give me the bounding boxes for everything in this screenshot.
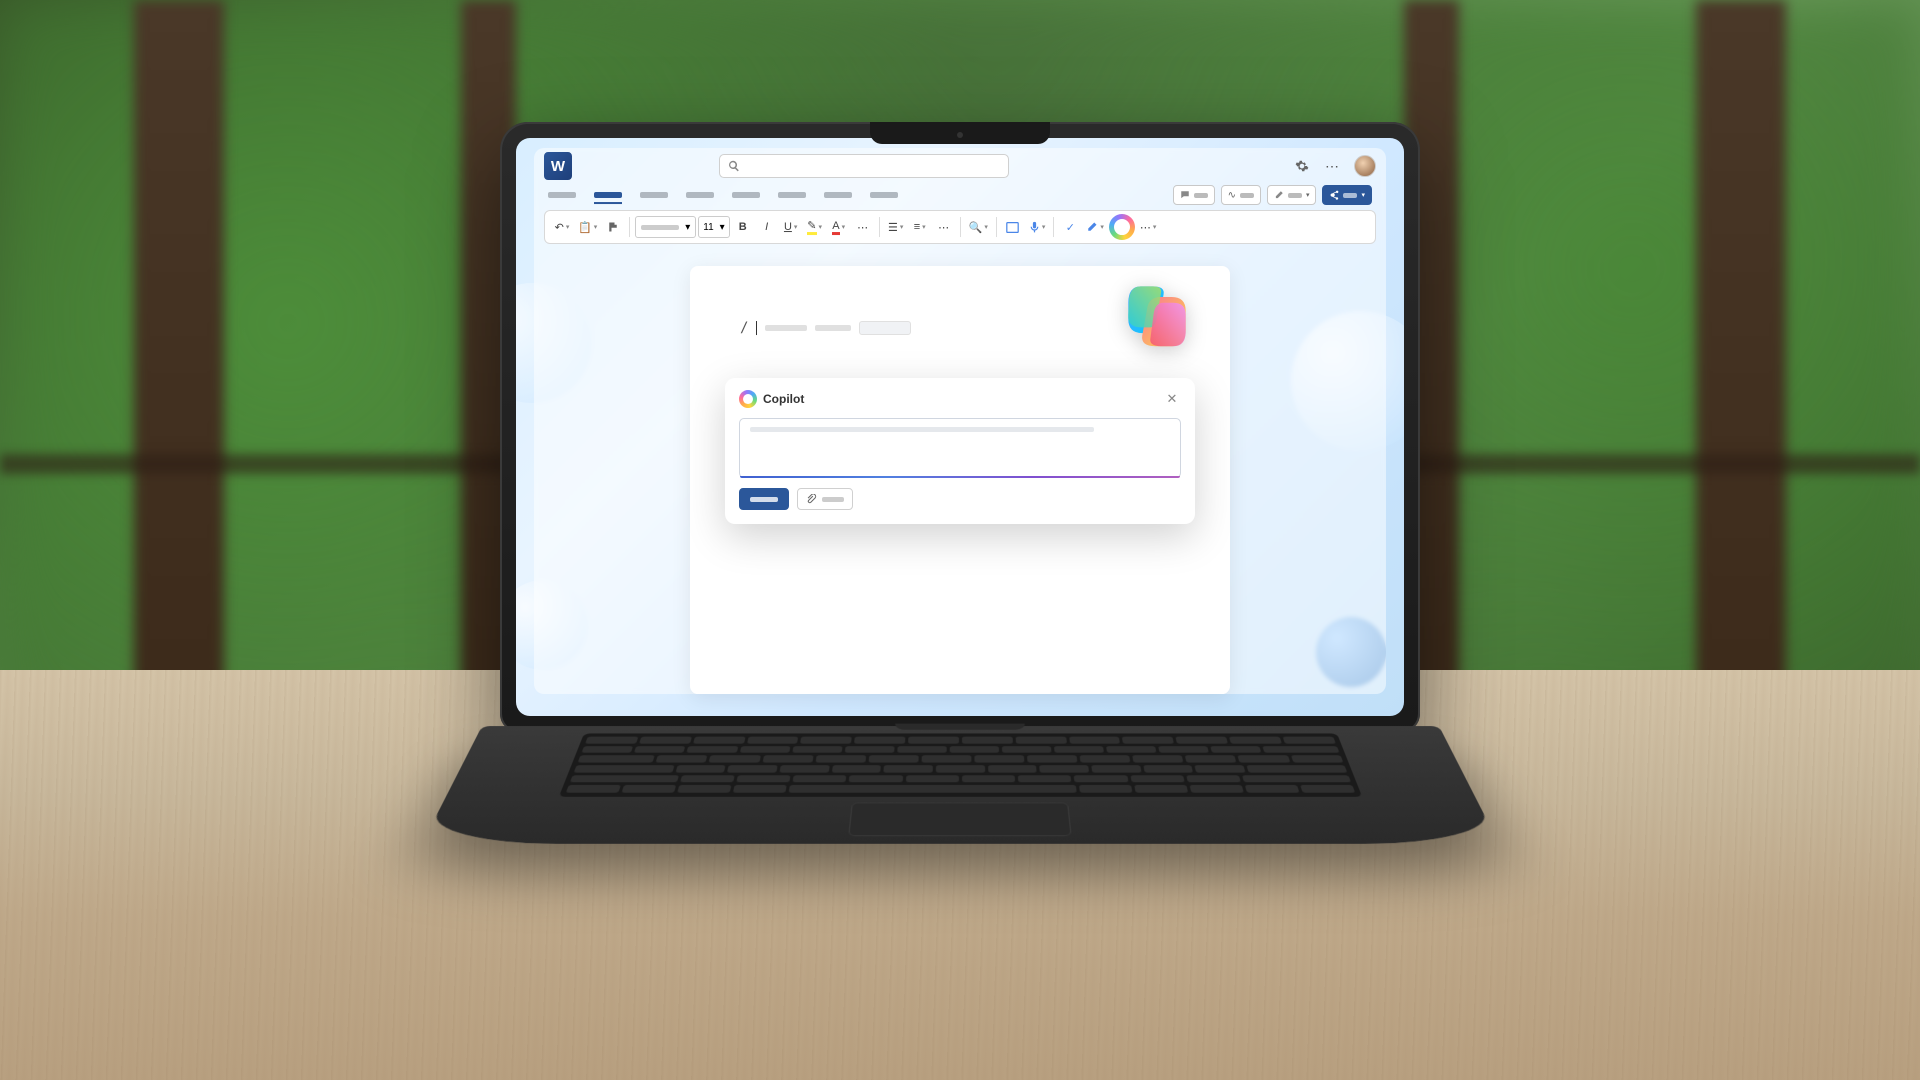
copilot-actions bbox=[739, 488, 1181, 510]
underline-button[interactable]: U▾ bbox=[780, 215, 802, 239]
separator bbox=[879, 217, 880, 237]
slash-command-line[interactable]: / bbox=[740, 320, 1180, 336]
bullets-button[interactable]: ☰▾ bbox=[885, 215, 907, 239]
comments-button[interactable] bbox=[1173, 185, 1215, 205]
format-painter-button[interactable] bbox=[602, 215, 624, 239]
editor-button[interactable]: ✓ bbox=[1059, 215, 1081, 239]
hinge-notch bbox=[895, 724, 1026, 730]
styles-button[interactable] bbox=[1002, 215, 1024, 239]
designer-button[interactable]: ▾ bbox=[1083, 215, 1107, 239]
laptop-lid: W ⋯ bbox=[500, 122, 1420, 732]
catchup-button[interactable]: ∿ bbox=[1221, 185, 1261, 205]
align-button[interactable]: ≡▾ bbox=[909, 215, 931, 239]
word-app-window: W ⋯ bbox=[534, 148, 1386, 694]
separator bbox=[996, 217, 997, 237]
font-size-select[interactable]: 11▾ bbox=[698, 216, 729, 238]
ribbon-tab[interactable] bbox=[824, 192, 852, 198]
close-button[interactable]: ✕ bbox=[1163, 390, 1181, 408]
more-font-button[interactable]: ⋯ bbox=[852, 215, 874, 239]
ribbon-tabs: ∿ ▾ ▾ bbox=[534, 184, 1386, 206]
ribbon-tab[interactable] bbox=[640, 192, 668, 198]
copilot-panel-header: Copilot ✕ bbox=[739, 390, 1181, 408]
copilot-prompt-input[interactable] bbox=[739, 418, 1181, 478]
search-icon bbox=[728, 160, 740, 172]
placeholder-pill bbox=[859, 321, 911, 335]
formatting-toolbar: ↶▾ 📋▾ ▾ 11▾ B I U▾ ✎▾ A▾ ⋯ ☰▾ ≡▾ ⋯ bbox=[544, 210, 1376, 244]
word-logo-icon[interactable]: W bbox=[544, 152, 572, 180]
user-avatar[interactable] bbox=[1354, 155, 1376, 177]
laptop-notch bbox=[870, 122, 1050, 144]
copilot-logo-icon bbox=[739, 390, 757, 408]
generate-button[interactable] bbox=[739, 488, 789, 510]
keyboard bbox=[559, 733, 1362, 796]
title-bar: W ⋯ bbox=[534, 148, 1386, 184]
laptop-base bbox=[421, 726, 1498, 844]
bold-button[interactable]: B bbox=[732, 215, 754, 239]
separator bbox=[629, 217, 630, 237]
editing-button[interactable]: ▾ bbox=[1267, 185, 1317, 205]
font-family-select[interactable]: ▾ bbox=[635, 216, 696, 238]
trackpad bbox=[848, 803, 1071, 836]
separator bbox=[1053, 217, 1054, 237]
share-button[interactable]: ▾ bbox=[1322, 185, 1372, 205]
search-input[interactable] bbox=[719, 154, 1009, 178]
paste-button[interactable]: 📋▾ bbox=[575, 215, 600, 239]
ribbon-tab-active[interactable] bbox=[594, 192, 622, 198]
copilot-panel: Copilot ✕ bbox=[725, 378, 1195, 524]
more-icon[interactable]: ⋯ bbox=[1324, 158, 1340, 174]
reference-button[interactable] bbox=[797, 488, 853, 510]
font-color-button[interactable]: A▾ bbox=[828, 215, 850, 239]
laptop-screen: W ⋯ bbox=[516, 138, 1404, 716]
separator bbox=[960, 217, 961, 237]
placeholder-text bbox=[815, 325, 851, 331]
ribbon-tab[interactable] bbox=[548, 192, 576, 198]
copilot-toolbar-icon[interactable] bbox=[1109, 214, 1135, 240]
more-para-button[interactable]: ⋯ bbox=[933, 215, 955, 239]
highlight-button[interactable]: ✎▾ bbox=[804, 215, 826, 239]
placeholder-line bbox=[750, 427, 1094, 432]
dictate-button[interactable]: ▾ bbox=[1026, 215, 1049, 239]
ribbon-tab[interactable] bbox=[686, 192, 714, 198]
text-cursor bbox=[756, 321, 757, 335]
document-canvas: / Copilot ✕ bbox=[534, 248, 1386, 694]
more-toolbar-button[interactable]: ⋯▾ bbox=[1137, 215, 1160, 239]
copilot-hero-icon bbox=[1116, 274, 1198, 356]
ribbon-tab[interactable] bbox=[870, 192, 898, 198]
italic-button[interactable]: I bbox=[756, 215, 778, 239]
attach-icon bbox=[806, 494, 817, 505]
settings-icon[interactable] bbox=[1294, 158, 1310, 174]
find-button[interactable]: 🔍▾ bbox=[966, 215, 991, 239]
laptop: W ⋯ bbox=[500, 122, 1420, 896]
undo-button[interactable]: ↶▾ bbox=[551, 215, 573, 239]
ribbon-tab[interactable] bbox=[732, 192, 760, 198]
copilot-title: Copilot bbox=[763, 392, 804, 406]
slash-prompt: / bbox=[740, 320, 748, 336]
placeholder-text bbox=[765, 325, 807, 331]
ribbon-tab[interactable] bbox=[778, 192, 806, 198]
